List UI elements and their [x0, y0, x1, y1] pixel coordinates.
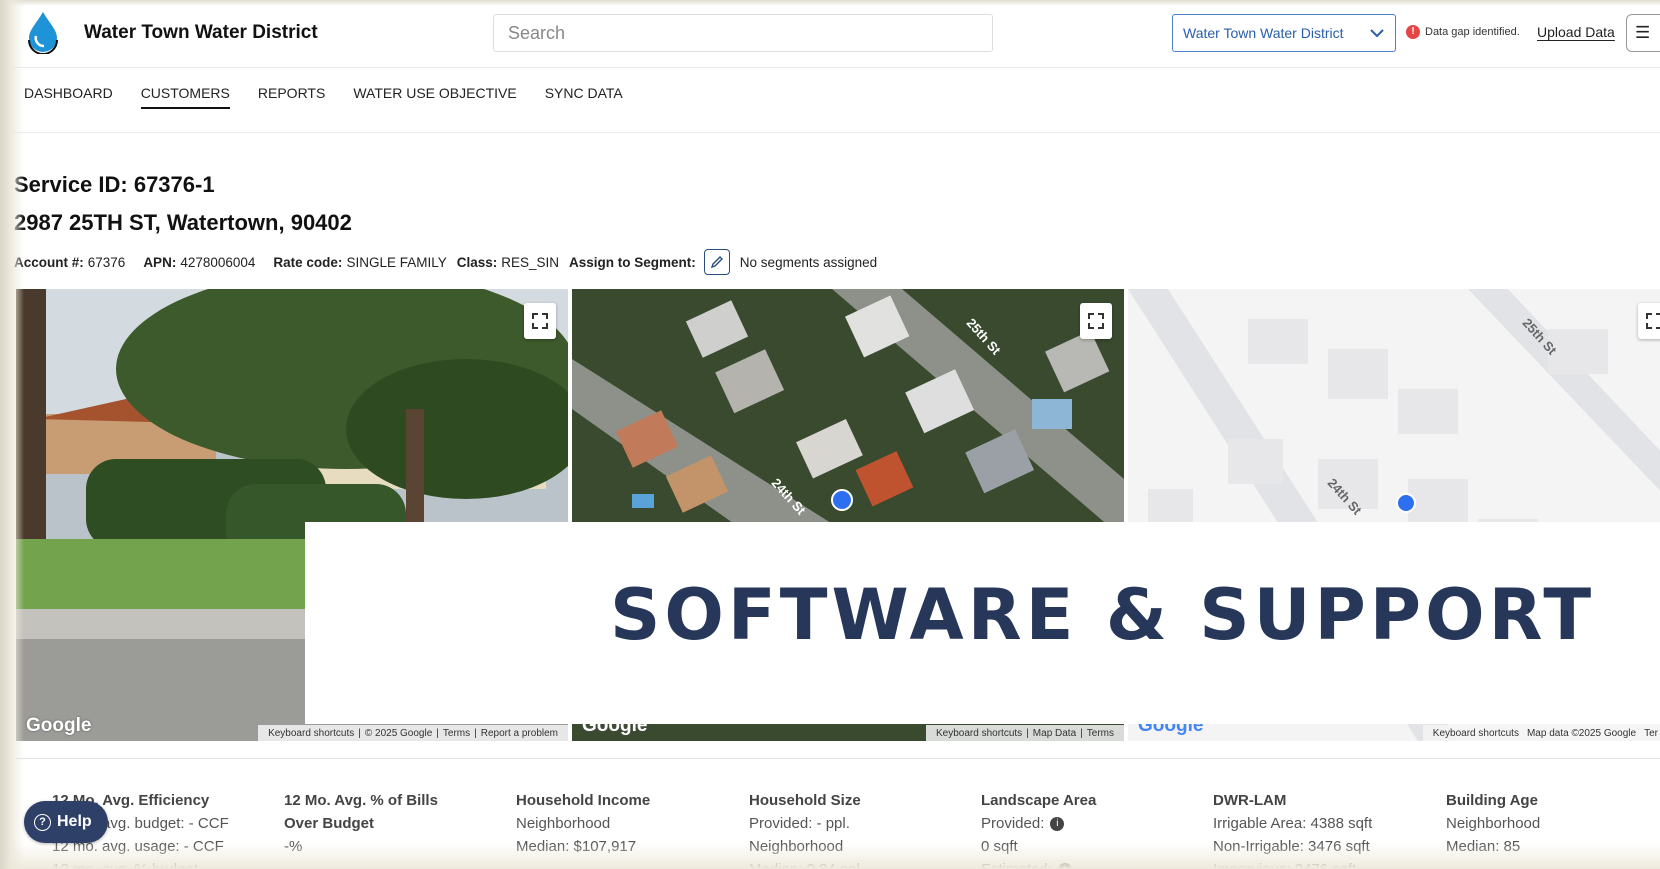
info-icon[interactable]: i — [1057, 863, 1072, 869]
stat-line: Neighborhood — [516, 815, 611, 832]
apn-value: 4278006004 — [180, 254, 256, 270]
segment-value: No segments assigned — [739, 254, 878, 270]
account-label: Account #: — [14, 254, 84, 270]
stat-heading: Landscape Area — [981, 792, 1097, 809]
fullscreen-street-button[interactable] — [524, 303, 556, 339]
question-icon: ? — [34, 813, 51, 831]
class-value: RES_SIN — [501, 254, 560, 270]
tab-water-use-objective[interactable]: WATER USE OBJECTIVE — [353, 85, 516, 109]
stat-household-income: Household Income Neighborhood Median: $1… — [516, 789, 650, 858]
pencil-icon — [710, 256, 723, 269]
help-button[interactable]: ? Help — [24, 801, 108, 843]
roadmap-footer: Keyboard shortcuts Map data ©2025 Google… — [1422, 725, 1660, 741]
terms-link[interactable]: Ter — [1644, 728, 1658, 739]
stat-line: -% — [284, 838, 303, 855]
fullscreen-map-button[interactable] — [1638, 303, 1660, 339]
terms-link[interactable]: Terms — [443, 728, 470, 739]
map-data-text: Map data ©2025 Google — [1526, 727, 1637, 739]
stat-heading: 12 Mo. Avg. % of Bills — [284, 792, 438, 809]
tab-customers[interactable]: CUSTOMERS — [140, 85, 230, 109]
stat-line: Impervious: 3476 sqft — [1213, 858, 1372, 869]
street-map-footer: Keyboard shortcuts | © 2025 Google | Terms… — [258, 725, 568, 741]
stat-line: 0 sqft — [981, 838, 1018, 855]
fullscreen-icon — [532, 313, 548, 329]
satellite-map-footer: Keyboard shortcuts | Map Data | Terms — [926, 725, 1124, 741]
promo-title: SOFTWARE & SUPPORT — [610, 574, 1596, 656]
info-icon[interactable]: i — [1050, 817, 1065, 832]
copyright-text: © 2025 Google — [364, 727, 433, 739]
app-title: Water Town Water District — [84, 22, 318, 43]
stat-line: 12 mo. avg. % budget — [52, 858, 229, 869]
tab-sync-data[interactable]: SYNC DATA — [545, 85, 623, 109]
main-nav: DASHBOARD CUSTOMERS REPORTS WATER USE OB… — [24, 85, 651, 109]
fullscreen-satellite-button[interactable] — [1080, 303, 1112, 339]
address-heading: 2987 25TH ST, Watertown, 90402 — [14, 210, 352, 235]
location-pin-icon — [1396, 493, 1416, 513]
location-pin-icon — [831, 489, 853, 511]
class-label: Class: — [456, 254, 498, 270]
keyboard-shortcuts-link[interactable]: Keyboard shortcuts — [1433, 728, 1519, 739]
tab-reports[interactable]: REPORTS — [258, 85, 325, 109]
menu-button[interactable]: ☰ — [1626, 14, 1660, 52]
water-drop-logo-icon — [28, 12, 58, 54]
fullscreen-icon — [1646, 313, 1660, 329]
stats-divider — [16, 758, 1660, 759]
stat-line: Estimated: — [981, 861, 1052, 869]
stat-line: Neighborhood — [1446, 815, 1541, 832]
edit-segment-button[interactable] — [703, 249, 730, 275]
stat-heading: DWR-LAM — [1213, 792, 1287, 809]
stat-bills-over-budget: 12 Mo. Avg. % of Bills Over Budget -% — [284, 789, 438, 858]
stat-line: Over Budget — [284, 815, 375, 832]
chevron-down-icon — [1370, 29, 1384, 38]
stat-line: Median: 2.84 ppl. — [749, 858, 864, 869]
keyboard-shortcuts-link[interactable]: Keyboard shortcuts — [936, 728, 1022, 739]
service-meta: Account #: 67376 APN: 4278006004 Rate code… — [14, 249, 877, 275]
google-logo: Google — [26, 715, 92, 736]
stat-line: Median: 85 — [1446, 838, 1521, 855]
account-value: 67376 — [87, 254, 126, 270]
stat-line: Non-Irrigable: 3476 sqft — [1213, 838, 1370, 855]
stat-building-age: Building Age Neighborhood Median: 85 — [1446, 789, 1540, 858]
rate-value: SINGLE FAMILY — [346, 254, 447, 270]
stat-heading: Building Age — [1446, 792, 1538, 809]
district-select[interactable]: Water Town Water District — [1172, 14, 1396, 52]
stat-line: Irrigable Area: 4388 sqft — [1213, 815, 1373, 832]
data-gap-text[interactable]: Data gap identified. — [1425, 26, 1520, 38]
menu-icon: ☰ — [1635, 23, 1651, 42]
map-data-link[interactable]: Map Data — [1033, 728, 1076, 739]
report-problem-link[interactable]: Report a problem — [481, 728, 558, 739]
stat-line: Median: $107,917 — [516, 838, 637, 855]
stat-dwr-lam: DWR-LAM Irrigable Area: 4388 sqft Non-Ir… — [1213, 789, 1372, 869]
stat-line: Provided: — [981, 815, 1045, 832]
alert-icon: ! — [1406, 25, 1420, 39]
segment-label: Assign to Segment: — [569, 254, 696, 270]
stat-line: Provided: - ppl. — [749, 815, 850, 832]
district-select-value: Water Town Water District — [1183, 25, 1344, 41]
service-id-heading: Service ID: 67376-1 — [14, 172, 215, 197]
fullscreen-icon — [1088, 313, 1104, 329]
nav-divider — [0, 132, 1660, 133]
stat-landscape-area: Landscape Area Provided: i 0 sqft Estimat… — [981, 789, 1096, 869]
tab-dashboard[interactable]: DASHBOARD — [24, 85, 113, 109]
search-input[interactable] — [493, 14, 993, 52]
stat-heading: Household Income — [516, 792, 651, 809]
rate-label: Rate code: — [273, 254, 343, 270]
stat-household-size: Household Size Provided: - ppl. Neighbor… — [749, 789, 864, 869]
promo-banner: SOFTWARE & SUPPORT — [305, 522, 1660, 724]
keyboard-shortcuts-link[interactable]: Keyboard shortcuts — [268, 728, 354, 739]
stat-line: Neighborhood — [749, 838, 844, 855]
apn-label: APN: — [143, 254, 177, 270]
upload-data-link[interactable]: Upload Data — [1537, 24, 1615, 40]
help-label: Help — [57, 813, 92, 830]
stat-heading: Household Size — [749, 792, 861, 809]
terms-link[interactable]: Terms — [1087, 728, 1114, 739]
top-bar: Water Town Water District Water Town Wat… — [0, 0, 1660, 68]
